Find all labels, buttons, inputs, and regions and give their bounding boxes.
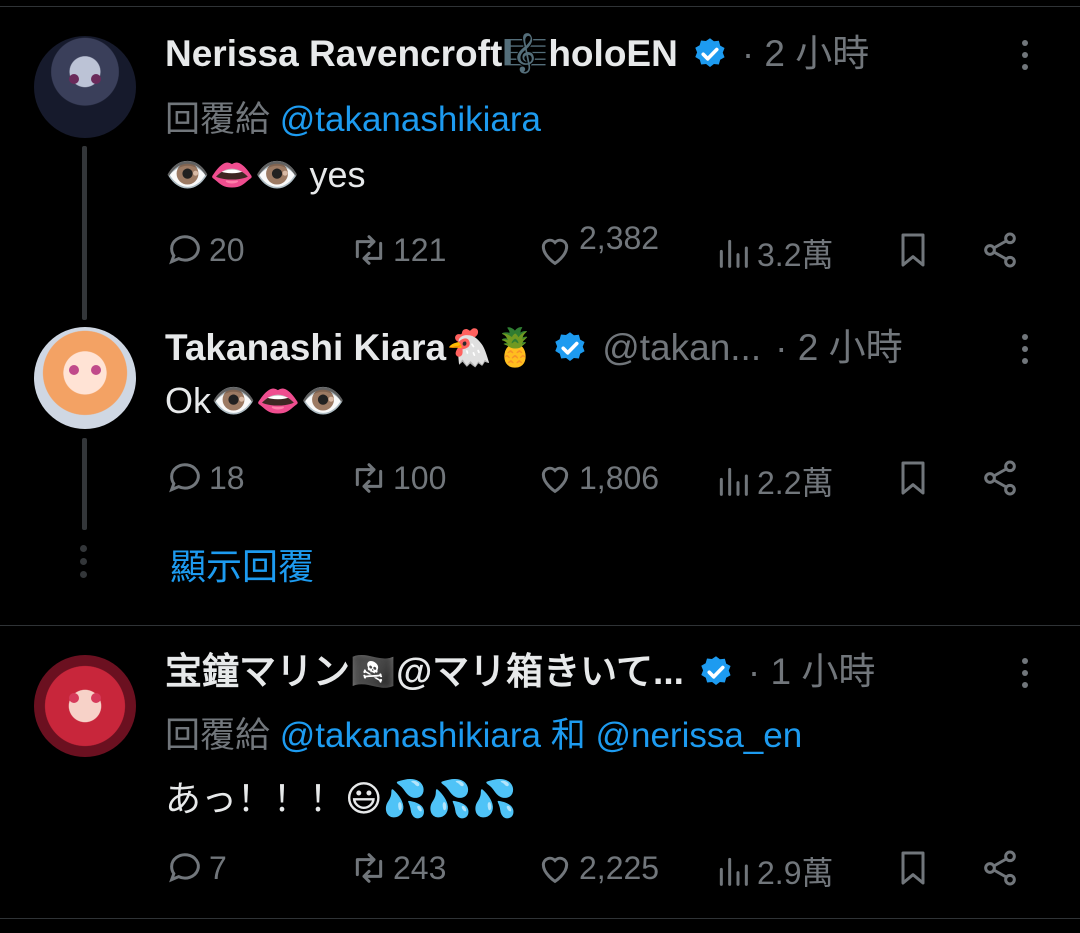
bottom-divider: [0, 918, 1080, 919]
repost-button[interactable]: 243: [349, 848, 446, 888]
like-button[interactable]: 2,225: [535, 848, 659, 888]
repost-count: 243: [393, 849, 447, 886]
mention-link[interactable]: @takanashikiara: [280, 100, 541, 139]
bookmark-button[interactable]: [893, 458, 933, 498]
repost-icon: [355, 235, 383, 265]
views-icon: [719, 467, 748, 496]
display-name[interactable]: Takanashi Kiara🐔🍍: [165, 328, 538, 368]
reply-context: 回覆給 @takanashikiara 和 @nerissa_en: [165, 707, 802, 758]
like-button[interactable]: 2,382: [535, 220, 659, 270]
post-text: あっ！！！😃💦💦💦: [165, 778, 518, 819]
timestamp[interactable]: · 2 小時: [775, 328, 902, 368]
repost-count: 100: [393, 459, 447, 496]
share-button[interactable]: [980, 230, 1020, 270]
avatar[interactable]: [34, 327, 136, 429]
verified-badge-icon: [692, 36, 728, 72]
view-count: 3.2萬: [757, 237, 834, 273]
post-header: Nerissa Ravencroft🎼holoEN · 2 小時: [165, 34, 869, 74]
mention-link[interactable]: @takanashikiara: [280, 716, 541, 755]
share-icon: [984, 850, 1016, 886]
like-count: 2,225: [579, 849, 660, 886]
timestamp[interactable]: · 1 小時: [748, 652, 875, 692]
display-name[interactable]: 宝鐘マリン🏴‍☠️@マリ箱きいて...: [165, 652, 684, 692]
share-button[interactable]: [980, 458, 1020, 498]
repost-button[interactable]: 121: [349, 230, 446, 270]
reply-context: 回覆給 @takanashikiara: [165, 91, 541, 142]
display-name[interactable]: Nerissa Ravencroft🎼holoEN: [165, 34, 678, 74]
like-icon: [541, 238, 569, 266]
bookmark-icon: [901, 851, 925, 885]
mention-link[interactable]: @nerissa_en: [595, 716, 802, 755]
reply-count: 7: [209, 849, 227, 886]
bookmark-button[interactable]: [893, 848, 933, 888]
post[interactable]: Takanashi Kiara🐔🍍 @takan... · 2 小時 Ok👁️👄…: [165, 328, 1045, 518]
reply-button[interactable]: 18: [165, 458, 245, 498]
post-text: Ok👁️👄👁️: [165, 380, 346, 421]
post-text: 👁️👄👁️ yes: [165, 154, 366, 195]
reply-icon: [169, 853, 200, 883]
repost-icon: [355, 853, 383, 883]
post-header: Takanashi Kiara🐔🍍 @takan... · 2 小時: [165, 328, 903, 368]
views-icon: [719, 239, 748, 268]
thread-line: [82, 146, 87, 320]
bookmark-icon: [901, 233, 925, 267]
more-options-icon[interactable]: [1022, 40, 1028, 76]
share-icon: [984, 232, 1016, 268]
repost-button[interactable]: 100: [349, 458, 446, 498]
view-count: 2.9萬: [757, 855, 834, 891]
bookmark-button[interactable]: [893, 230, 933, 270]
action-bar: 20 121 2,382 3.2萬: [165, 220, 1035, 276]
like-icon: [541, 466, 569, 494]
views-button[interactable]: 2.2萬: [713, 458, 834, 504]
reply-button[interactable]: 7: [165, 848, 227, 888]
reply-prefix: 回覆給: [165, 100, 271, 139]
reply-prefix: 回覆給: [165, 716, 271, 755]
view-count: 2.2萬: [757, 465, 834, 501]
share-button[interactable]: [980, 848, 1020, 888]
reply-join: 和: [550, 716, 586, 755]
more-options-icon[interactable]: [1022, 334, 1028, 370]
post-divider: [0, 625, 1080, 626]
timestamp[interactable]: · 2 小時: [742, 34, 869, 74]
reply-button[interactable]: 20: [165, 230, 245, 270]
like-count: 1,806: [579, 459, 660, 496]
post-header: 宝鐘マリン🏴‍☠️@マリ箱きいて... · 1 小時: [165, 652, 875, 692]
avatar[interactable]: [34, 655, 136, 757]
like-count: 2,382: [579, 219, 660, 256]
post[interactable]: 宝鐘マリン🏴‍☠️@マリ箱きいて... · 1 小時 回覆給 @takanash…: [165, 652, 1045, 902]
user-handle[interactable]: @takan...: [602, 328, 761, 368]
action-bar: 18 100 1,806 2.2萬: [165, 458, 1035, 502]
post[interactable]: Nerissa Ravencroft🎼holoEN · 2 小時 回覆給 @ta…: [165, 34, 1045, 294]
views-button[interactable]: 2.9萬: [713, 848, 834, 894]
share-icon: [984, 460, 1016, 496]
repost-icon: [355, 463, 383, 493]
avatar[interactable]: [34, 36, 136, 138]
reply-count: 18: [209, 459, 245, 496]
thread-continuation-dots: [80, 545, 88, 584]
action-bar: 7 243 2,225 2.9萬: [165, 848, 1035, 892]
top-divider: [0, 6, 1080, 7]
views-icon: [719, 857, 748, 886]
show-replies-link[interactable]: 顯示回覆: [170, 538, 314, 590]
reply-icon: [169, 235, 200, 265]
bookmark-icon: [901, 461, 925, 495]
more-options-icon[interactable]: [1022, 658, 1028, 694]
reply-count: 20: [209, 231, 245, 268]
views-button[interactable]: 3.2萬: [713, 230, 834, 276]
verified-badge-icon: [552, 330, 588, 366]
like-button[interactable]: 1,806: [535, 458, 659, 498]
like-icon: [541, 856, 569, 884]
reply-icon: [169, 463, 200, 493]
repost-count: 121: [393, 231, 447, 268]
thread-line: [82, 438, 87, 530]
verified-badge-icon: [698, 654, 734, 690]
